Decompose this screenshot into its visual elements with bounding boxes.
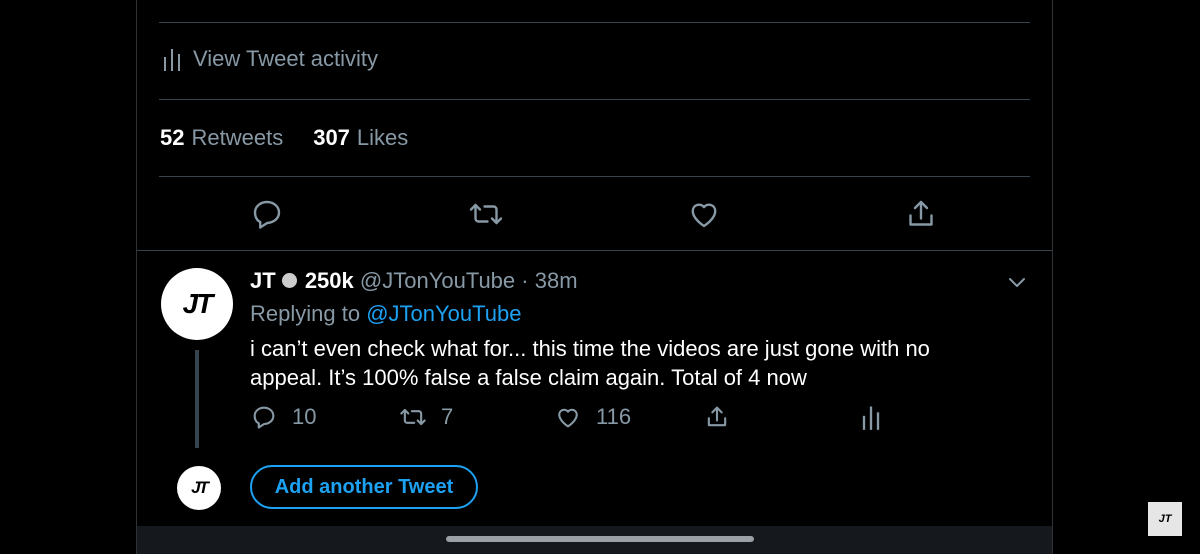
analytics-button[interactable] — [857, 403, 885, 431]
like-icon — [558, 408, 578, 428]
author-name[interactable]: JT — [250, 268, 276, 293]
reply-icon[interactable] — [249, 196, 285, 232]
separator: · — [521, 268, 529, 293]
chevron-down-icon[interactable] — [1005, 270, 1029, 294]
tweet-stats: 52 Retweets 307 Likes — [160, 125, 408, 151]
share-button[interactable] — [703, 403, 731, 431]
replying-prefix: Replying to — [250, 301, 361, 326]
likes-count: 307 — [313, 125, 350, 150]
likes-label: Likes — [356, 125, 409, 150]
like-button[interactable]: 116 — [554, 403, 631, 431]
divider — [159, 176, 1030, 177]
like-icon[interactable] — [686, 196, 722, 232]
analytics-icon — [164, 49, 180, 71]
retweets-label: Retweets — [191, 125, 284, 150]
reply-count: 10 — [292, 404, 317, 429]
avatar[interactable]: JT — [161, 268, 233, 340]
activity-label: View Tweet activity — [193, 46, 379, 71]
retweets-count: 52 — [160, 125, 185, 150]
divider — [159, 22, 1030, 23]
share-icon — [707, 406, 727, 427]
likes-stat[interactable]: 307 Likes — [313, 125, 408, 151]
analytics-icon — [862, 406, 880, 430]
tweet-actions — [137, 196, 1052, 234]
view-tweet-activity-link[interactable]: View Tweet activity — [163, 46, 378, 72]
reply-header: JT 250k @JTonYouTube · 38m — [250, 268, 578, 294]
home-indicator[interactable] — [446, 536, 754, 542]
timestamp[interactable]: 38m — [535, 268, 578, 293]
reply-icon — [253, 406, 275, 429]
retweet-icon[interactable] — [468, 196, 504, 232]
retweet-count: 7 — [441, 404, 454, 429]
status-dot — [281, 273, 297, 288]
follower-badge: 250k — [304, 268, 354, 293]
retweet-icon — [400, 408, 426, 426]
replying-to: Replying to @JTonYouTube — [250, 301, 521, 327]
tweet-text: i can’t even check what for... this time… — [250, 336, 930, 390]
watermark-logo: JT — [1148, 502, 1182, 536]
replying-to-link[interactable]: @JTonYouTube — [366, 301, 521, 326]
author-handle[interactable]: @JTonYouTube — [360, 268, 515, 293]
divider — [159, 99, 1030, 100]
like-count: 116 — [596, 404, 632, 429]
tweet-column: View Tweet activity 52 Retweets 307 Likes — [136, 0, 1053, 554]
add-another-tweet-button[interactable]: Add another Tweet — [250, 465, 478, 509]
reply-actions: 10 7 116 — [137, 403, 1052, 439]
retweets-stat[interactable]: 52 Retweets — [160, 125, 283, 151]
share-icon[interactable] — [903, 196, 939, 232]
composer-avatar[interactable]: JT — [177, 466, 221, 510]
reply-button[interactable]: 10 — [250, 403, 316, 431]
divider — [137, 250, 1052, 251]
retweet-button[interactable]: 7 — [399, 403, 453, 431]
